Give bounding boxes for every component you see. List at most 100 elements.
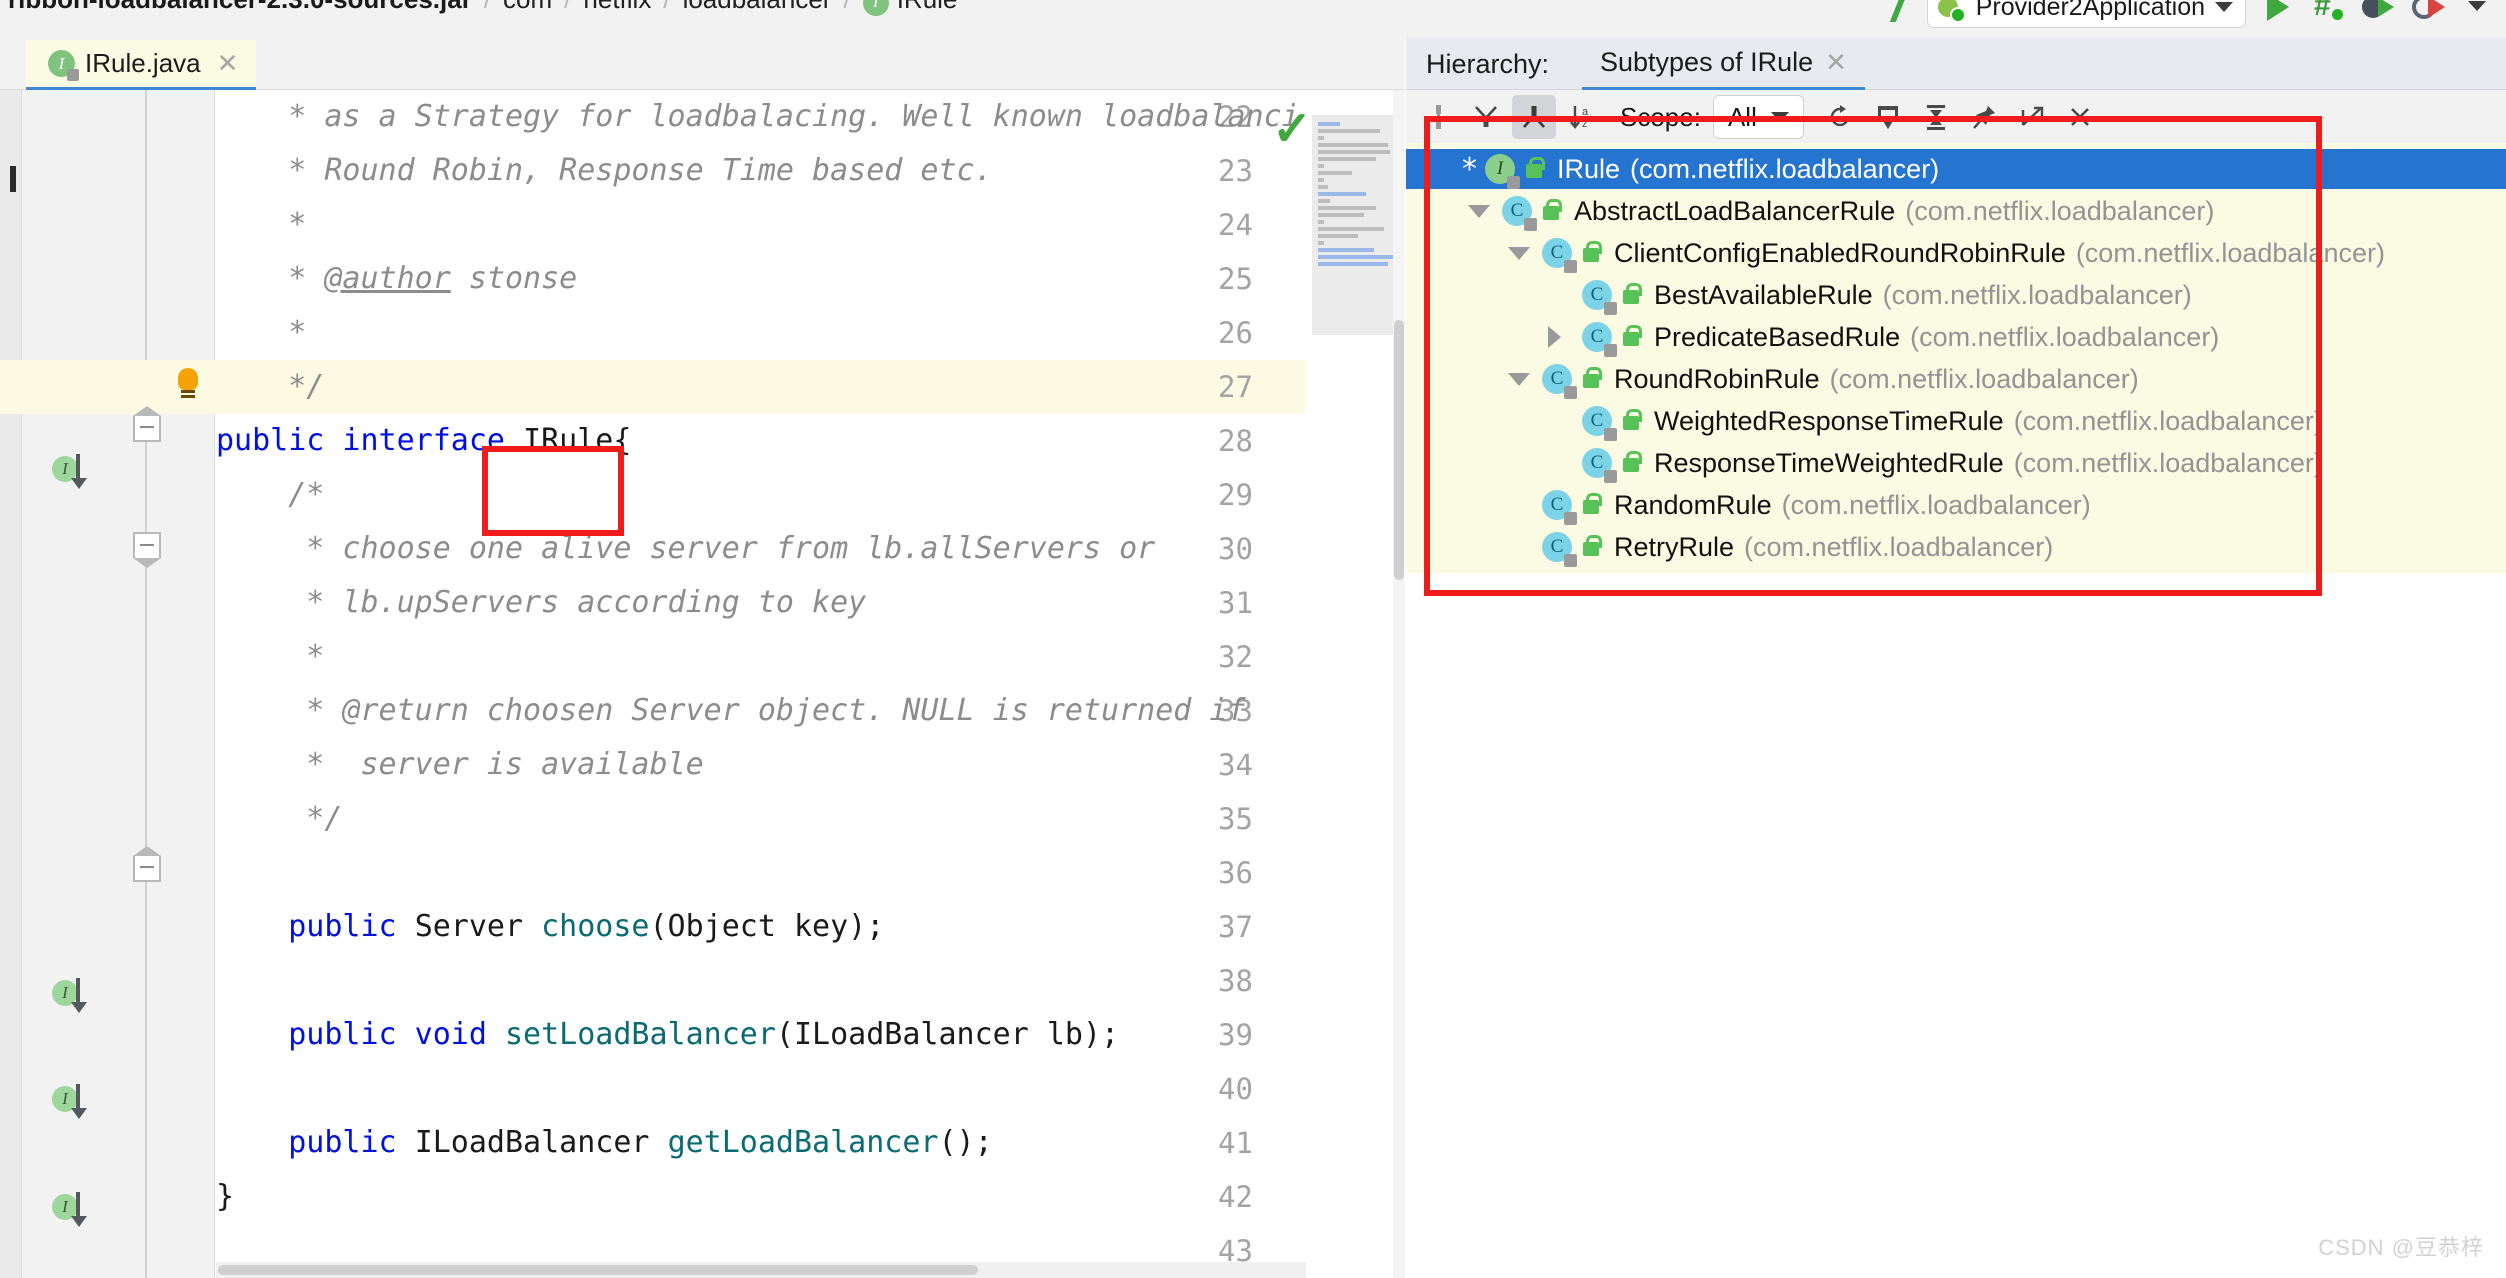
code-line[interactable]: */ [216, 792, 1306, 846]
code-line[interactable]: * @return choosen Server object. NULL is… [216, 684, 1306, 738]
code-token: (ILoadBalancer lb); [775, 1017, 1120, 1052]
code-line[interactable] [216, 1062, 1306, 1116]
chevron-down-icon[interactable] [1770, 112, 1789, 122]
close-icon[interactable]: ✕ [1825, 47, 1847, 78]
code-token: * [216, 261, 325, 296]
ok-check-icon[interactable]: ✓ [1272, 106, 1312, 154]
scope-dropdown[interactable]: All [1712, 95, 1804, 139]
breadcrumb-part-loadbalancer[interactable]: loadbalancer [683, 0, 832, 15]
editor-horizontal-scrollbar[interactable] [216, 1262, 1306, 1278]
code-token: * lb.upServers according to key [216, 585, 867, 620]
code-line[interactable]: } [216, 1170, 1306, 1224]
code-token: public void [216, 1017, 505, 1052]
public-lock-icon [1620, 408, 1642, 434]
chevron-left-icon[interactable] [1891, 0, 1913, 18]
scope-value: All [1727, 101, 1757, 132]
more-run-options-button[interactable] [2460, 0, 2496, 25]
code-line[interactable]: * @author stonse [216, 252, 1306, 306]
collapse-all-button[interactable] [1914, 95, 1958, 139]
editor-gutter-breakpoint-strip[interactable] [0, 90, 22, 1278]
code-line[interactable]: * Round Robin, Response Time based etc. [216, 144, 1306, 198]
breadcrumb-file[interactable]: IRule [897, 0, 958, 15]
hierarchy-tree-row[interactable]: C PredicateBasedRule (com.netflix.loadbala… [1406, 317, 2506, 357]
code-line[interactable]: */ [216, 360, 1306, 414]
implemented-marker-icon[interactable]: I [52, 454, 87, 489]
tree-collapse-arrow-icon[interactable] [1468, 204, 1502, 218]
open-external-icon[interactable] [2010, 95, 2054, 139]
hierarchy-tree-row[interactable]: * I IRule (com.netflix.loadbalancer) [1406, 149, 2506, 189]
code-line[interactable]: * as a Strategy for loadbalacing. Well k… [216, 90, 1306, 144]
code-text-area[interactable]: * as a Strategy for loadbalacing. Well k… [216, 90, 1306, 1278]
scrollbar-thumb[interactable] [1394, 320, 1404, 580]
expand-all-button[interactable] [1866, 95, 1910, 139]
tree-collapse-arrow-icon[interactable] [1508, 246, 1542, 260]
refresh-button[interactable] [1818, 95, 1862, 139]
editor-tab-irule[interactable]: I IRule.java ✕ [26, 40, 257, 90]
pin-icon[interactable] [1962, 95, 2006, 139]
implemented-marker-icon[interactable]: I [52, 1084, 87, 1119]
code-line[interactable]: * server is available [216, 738, 1306, 792]
supertypes-hierarchy-button[interactable] [1464, 95, 1508, 139]
run-with-coverage-button[interactable] [2410, 0, 2446, 25]
subtypes-hierarchy-button[interactable] [1512, 95, 1556, 139]
code-line[interactable]: * [216, 630, 1306, 684]
implemented-marker-icon[interactable]: I [52, 978, 87, 1013]
fold-end-icon[interactable] [133, 846, 161, 882]
public-lock-icon [1580, 366, 1602, 392]
close-icon[interactable]: ✕ [217, 48, 239, 79]
hierarchy-tree-row[interactable]: C BestAvailableRule (com.netflix.loadbalan… [1406, 275, 2506, 315]
type-hierarchy-button[interactable] [1416, 95, 1460, 139]
hierarchy-tree-row[interactable]: C ResponseTimeWeightedRule (com.netflix.lo… [1406, 443, 2506, 483]
breadcrumb-jar[interactable]: ribbon-loadbalancer-2.3.0-sources.jar [8, 0, 472, 15]
hierarchy-tree-row[interactable]: C RandomRule (com.netflix.loadbalancer) [1406, 485, 2506, 525]
sort-alphabetically-button[interactable]: az [1560, 95, 1604, 139]
editor-tabstrip: I IRule.java ✕ [0, 38, 1405, 90]
tab-subtypes-of-irule[interactable]: Subtypes of IRule ✕ [1582, 38, 1865, 90]
hierarchy-tree-row[interactable]: C RetryRule (com.netflix.loadbalancer) [1406, 527, 2506, 567]
code-line[interactable]: /* [216, 468, 1306, 522]
hierarchy-tree-row[interactable]: C ClientConfigEnabledRoundRobinRule (com.n… [1406, 233, 2506, 273]
close-panel-button[interactable] [2058, 95, 2102, 139]
editor-vertical-scrollbar[interactable] [1393, 90, 1405, 1278]
hierarchy-tree-row[interactable]: C AbstractLoadBalancerRule (com.netflix.lo… [1406, 191, 2506, 231]
hierarchy-tree[interactable]: * I IRule (com.netflix.loadbalancer) C Abstra… [1406, 143, 2506, 1278]
run-configuration-selector[interactable]: Provider2Application [1926, 0, 2246, 28]
scope-label: Scope: [1620, 101, 1701, 132]
implemented-marker-icon[interactable]: I [52, 1192, 87, 1227]
chevron-down-icon[interactable] [2215, 2, 2233, 12]
code-token: (); [938, 1125, 993, 1160]
tree-collapse-arrow-icon[interactable] [1508, 372, 1542, 386]
run-with-profiler-button[interactable] [2360, 0, 2396, 25]
breadcrumb-part-com[interactable]: com [503, 0, 552, 15]
code-line[interactable]: public ILoadBalancer getLoadBalancer(); [216, 1116, 1306, 1170]
breadcrumb-separator: / [843, 0, 850, 15]
hierarchy-tree-row[interactable]: C RoundRobinRule (com.netflix.loadbalancer… [1406, 359, 2506, 399]
editor-minimap[interactable] [1306, 90, 1405, 1278]
fold-end-icon[interactable] [133, 406, 161, 442]
hierarchy-tree-row[interactable]: C WeightedResponseTimeRule (com.netflix.lo… [1406, 401, 2506, 441]
code-line[interactable]: public interface IRule{ [216, 414, 1306, 468]
hierarchy-type-package: (com.netflix.loadbalancer) [1829, 363, 2139, 394]
code-token: } [216, 1179, 235, 1214]
interface-icon: I [862, 0, 889, 16]
code-line[interactable]: public Server choose(Object key); [216, 900, 1306, 954]
tree-expand-arrow-icon[interactable] [1548, 326, 1582, 348]
code-line[interactable]: * [216, 306, 1306, 360]
breadcrumb-part-netflix[interactable]: netflix [583, 0, 651, 15]
debug-button[interactable] [2310, 0, 2346, 25]
minimap-preview[interactable] [1312, 115, 1404, 335]
editor-gutter[interactable] [0, 90, 215, 1278]
top-toolbar: ribbon-loadbalancer-2.3.0-sources.jar / … [0, 0, 2506, 38]
intention-bulb-icon[interactable] [175, 368, 201, 400]
code-line[interactable]: * lb.upServers according to key [216, 576, 1306, 630]
code-line[interactable]: public void setLoadBalancer(ILoadBalance… [216, 1008, 1306, 1062]
scrollbar-thumb[interactable] [218, 1265, 978, 1275]
code-token: */ [216, 801, 343, 836]
code-line[interactable]: * [216, 198, 1306, 252]
fold-start-icon[interactable] [133, 532, 161, 568]
run-button[interactable] [2260, 0, 2296, 25]
code-line[interactable] [216, 846, 1306, 900]
code-line[interactable]: * choose one alive server from lb.allSer… [216, 522, 1306, 576]
hierarchy-type-name: AbstractLoadBalancerRule [1574, 195, 1896, 226]
code-line[interactable] [216, 954, 1306, 1008]
